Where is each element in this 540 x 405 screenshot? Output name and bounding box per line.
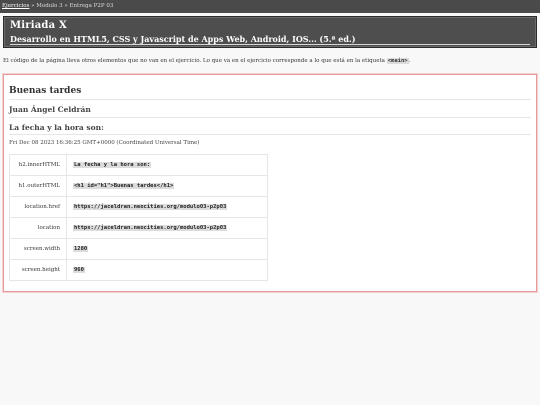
main-content: Buenas tardes Juan Ángel Celdrán La fech… — [3, 74, 537, 292]
table-row: location.href https://jaceldran.neocitie… — [9, 196, 268, 218]
divider — [9, 117, 531, 118]
property-value-cell: <h1 id="h1">Buenas tardes</h1> — [66, 175, 268, 197]
property-value: https://jaceldran.neocities.org/modulo03… — [73, 225, 228, 231]
note-text: El código de la página lleva otros eleme… — [3, 58, 387, 64]
datetime-value: Fri Dec 08 2023 16:36:25 GMT+0000 (Coord… — [9, 140, 200, 146]
author-heading: Juan Ángel Celdrán — [9, 105, 91, 114]
table-row: screen.height 960 — [9, 259, 268, 281]
property-value: La fecha y la hora son: — [73, 162, 152, 168]
breadcrumb-trail: » Modulo 3 » Entrega P2P 03 — [29, 3, 114, 9]
page-subtitle: Desarrollo en HTML5, CSS y Javascript de… — [10, 34, 356, 44]
property-name: h2.innerHTML — [9, 154, 67, 176]
property-value: https://jaceldran.neocities.org/modulo03… — [73, 204, 228, 210]
header-divider — [10, 44, 530, 45]
property-value-cell: La fecha y la hora son: — [66, 154, 268, 176]
property-value-cell: 960 — [66, 259, 268, 281]
breadcrumb-link-ejercicios[interactable]: Ejercicios — [2, 3, 29, 9]
property-value: 960 — [73, 267, 85, 273]
table-row: h2.innerHTML La fecha y la hora son: — [9, 154, 268, 176]
property-value-cell: 1280 — [66, 238, 268, 260]
table-row: screen.width 1280 — [9, 238, 268, 260]
table-row: location https://jaceldran.neocities.org… — [9, 217, 268, 239]
property-name: h1.outerHTML — [9, 175, 67, 197]
table-row: h1.outerHTML <h1 id="h1">Buenas tardes</… — [9, 175, 268, 197]
page-header: Miriada X Desarrollo en HTML5, CSS y Jav… — [3, 16, 537, 48]
property-name: location.href — [9, 196, 67, 218]
page-title: Miriada X — [10, 20, 67, 31]
breadcrumb: Ejercicios » Modulo 3 » Entrega P2P 03 — [0, 0, 540, 13]
greeting-heading: Buenas tardes — [9, 86, 82, 96]
note-text-end: . — [408, 58, 411, 64]
datetime-heading: La fecha y la hora son: — [9, 123, 104, 132]
property-value-cell: https://jaceldran.neocities.org/modulo03… — [66, 217, 268, 239]
property-value: 1280 — [73, 246, 89, 252]
divider — [9, 99, 531, 100]
property-value-cell: https://jaceldran.neocities.org/modulo03… — [66, 196, 268, 218]
property-value: <h1 id="h1">Buenas tardes</h1> — [73, 183, 175, 189]
properties-table: h2.innerHTML La fecha y la hora son: h1.… — [9, 154, 268, 281]
note-code: <main> — [386, 58, 409, 64]
property-name: screen.width — [9, 238, 67, 260]
property-name: screen.height — [9, 259, 67, 281]
exercise-note: El código de la página lleva otros eleme… — [3, 57, 410, 65]
property-name: location — [9, 217, 67, 239]
divider — [9, 134, 531, 135]
